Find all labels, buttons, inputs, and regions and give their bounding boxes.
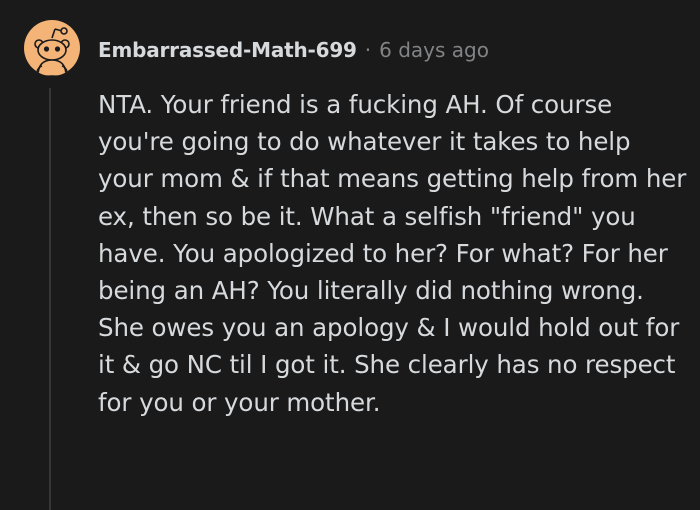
comment-meta: Embarrassed-Math-699 · 6 days ago xyxy=(98,34,489,66)
comment-body: NTA. Your friend is a fucking AH. Of cou… xyxy=(98,90,687,417)
separator-dot: · xyxy=(364,38,372,62)
thread-line[interactable] xyxy=(49,88,51,510)
comment: Embarrassed-Math-699 · 6 days ago NTA. Y… xyxy=(0,0,700,510)
username-link[interactable]: Embarrassed-Math-699 xyxy=(98,38,357,62)
snoo-avatar-icon[interactable] xyxy=(24,20,80,76)
timestamp-link[interactable]: 6 days ago xyxy=(379,38,489,62)
